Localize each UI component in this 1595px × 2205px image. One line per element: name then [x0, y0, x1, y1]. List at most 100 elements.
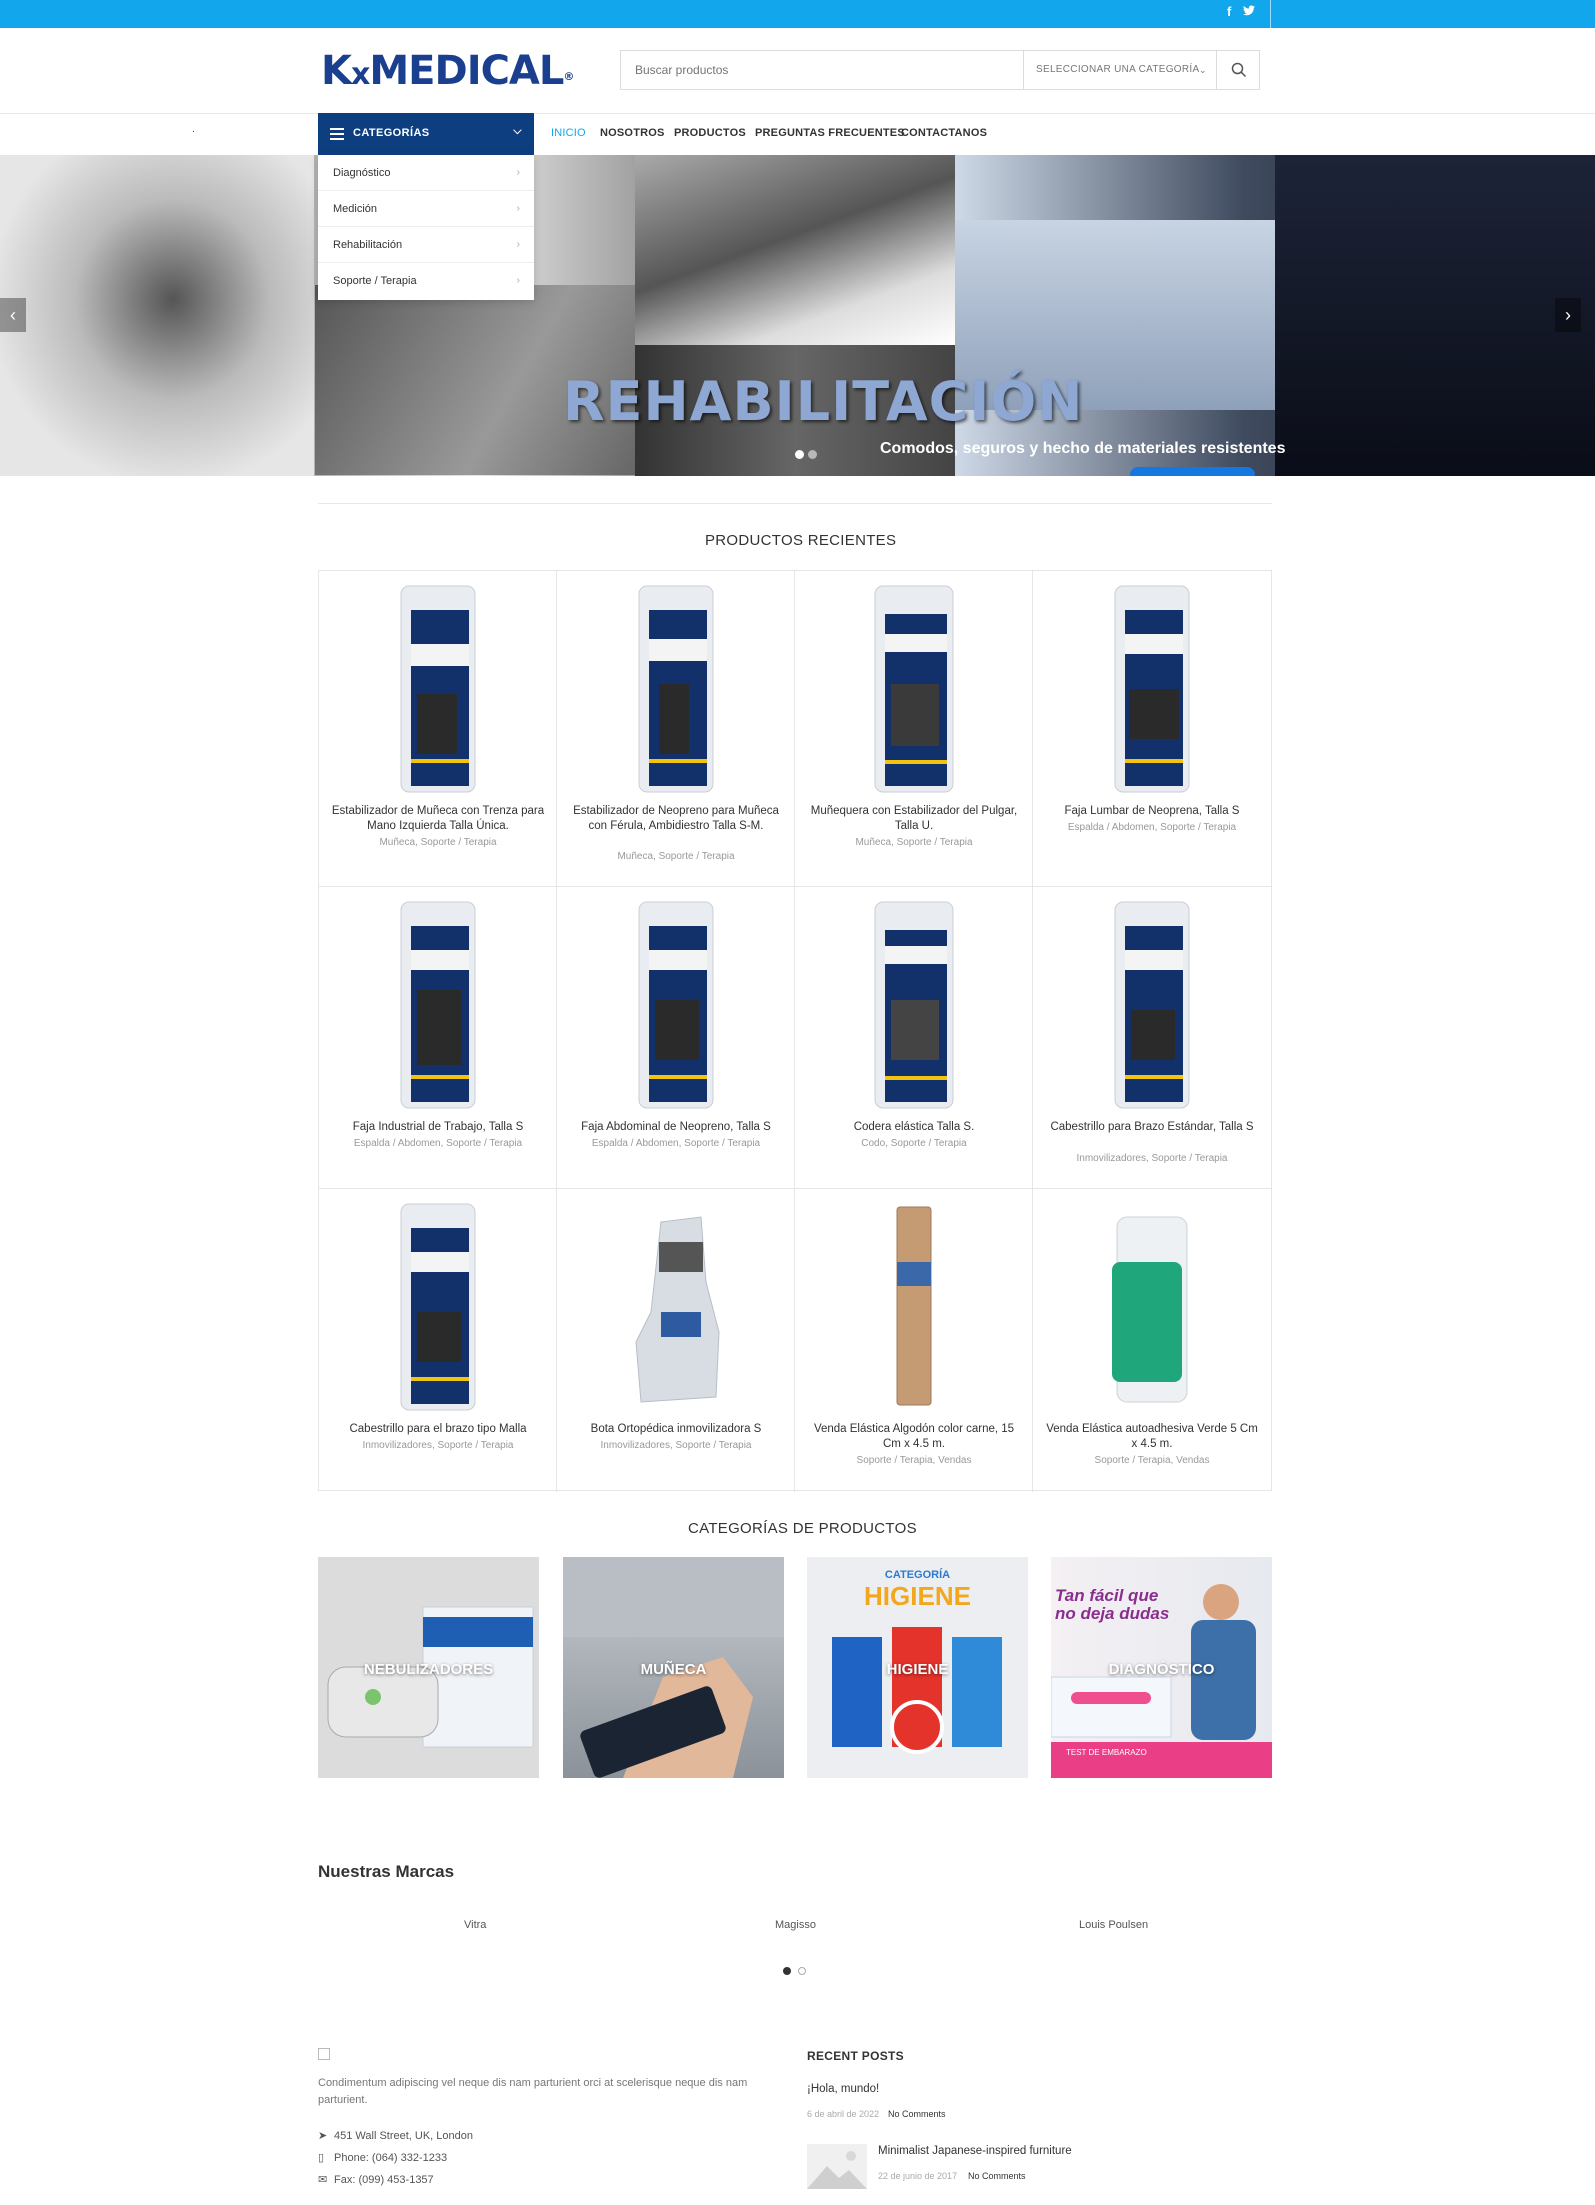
nav-item-faq[interactable]: PREGUNTAS FRECUENTES [755, 127, 905, 139]
product-category[interactable]: Muñeca, Soporte / Terapia [331, 837, 545, 848]
product-name[interactable]: Venda Elástica autoadhesiva Verde 5 Cm x… [1045, 1422, 1259, 1452]
dropdown-item-soporte[interactable]: Soporte / Terapia › [318, 263, 534, 299]
brand-vitra[interactable]: Vitra [464, 1919, 486, 1931]
product-card[interactable]: Estabilizador de Neopreno para Muñeca co… [557, 571, 795, 887]
product-name[interactable]: Bota Ortopédica inmovilizadora S [569, 1422, 783, 1437]
product-category[interactable]: Espalda / Abdomen, Soporte / Terapia [331, 1138, 545, 1149]
location-arrow-icon: ➤ [318, 2130, 328, 2142]
product-image [874, 901, 954, 1109]
slider-dot-active[interactable] [795, 450, 804, 459]
envelope-icon: ✉ [318, 2174, 328, 2186]
product-category[interactable]: Muñeca, Soporte / Terapia [807, 837, 1021, 848]
slider-next-arrow[interactable]: › [1555, 298, 1581, 332]
category-select[interactable]: SELECCIONAR UNA CATEGORÍA ⌄ [1023, 51, 1216, 89]
nav-item-inicio[interactable]: INICIO [551, 127, 586, 139]
footer-address: ➤ 451 Wall Street, UK, London [318, 2130, 474, 2142]
product-name[interactable]: Venda Elástica Algodón color carne, 15 C… [807, 1422, 1021, 1452]
product-card[interactable]: Estabilizador de Muñeca con Trenza para … [319, 571, 557, 887]
product-name[interactable]: Estabilizador de Neopreno para Muñeca co… [569, 804, 783, 834]
product-name[interactable]: Faja Abdominal de Neopreno, Talla S [569, 1120, 783, 1135]
footer-logo-image [318, 2048, 330, 2060]
product-category[interactable]: Codo, Soporte / Terapia [807, 1138, 1021, 1149]
hero-image-tile [0, 155, 314, 476]
dropdown-item-diagnostico[interactable]: Diagnóstico › [318, 155, 534, 191]
product-image [638, 901, 714, 1109]
slider-dot[interactable] [808, 450, 817, 459]
brand-louis-poulsen[interactable]: Louis Poulsen [1079, 1919, 1148, 1931]
dropdown-item-medicion[interactable]: Medición › [318, 191, 534, 227]
search-button[interactable] [1216, 51, 1260, 89]
product-category[interactable]: Muñeca, Soporte / Terapia [569, 851, 783, 862]
recent-post-comments[interactable]: No Comments [888, 2109, 946, 2119]
product-name[interactable]: Muñequera con Estabilizador del Pulgar, … [807, 804, 1021, 834]
product-image [635, 1216, 720, 1403]
category-card-higiene[interactable]: CATEGORÍA HIGIENE HIGIENE [807, 1557, 1028, 1778]
hero-subtitle: Comodos, seguros y hecho de materiales r… [880, 440, 1286, 457]
twitter-icon[interactable] [1243, 4, 1255, 19]
product-card[interactable]: Faja Industrial de Trabajo, Talla S Espa… [319, 887, 557, 1189]
hero-button[interactable] [1130, 467, 1255, 476]
slider-prev-arrow[interactable]: ‹ [0, 298, 26, 332]
product-card[interactable]: Bota Ortopédica inmovilizadora S Inmovil… [557, 1189, 795, 1492]
recent-post-comments[interactable]: No Comments [968, 2171, 1026, 2181]
product-card[interactable]: Faja Lumbar de Neoprena, Talla S Espalda… [1033, 571, 1271, 887]
product-image [638, 585, 714, 793]
product-name[interactable]: Faja Lumbar de Neoprena, Talla S [1045, 804, 1259, 819]
product-categories-title: CATEGORÍAS DE PRODUCTOS [688, 1520, 917, 1537]
category-label: NEBULIZADORES [363, 1661, 494, 1678]
product-category[interactable]: Inmovilizadores, Soporte / Terapia [1045, 1153, 1259, 1164]
brands-title: Nuestras Marcas [318, 1862, 455, 1881]
product-name[interactable]: Faja Industrial de Trabajo, Talla S [331, 1120, 545, 1135]
product-category[interactable]: Soporte / Terapia, Vendas [807, 1455, 1021, 1466]
recent-posts-title: RECENT POSTS [807, 2049, 904, 2063]
product-card[interactable]: Codera elástica Talla S. Codo, Soporte /… [795, 887, 1033, 1189]
product-image [1112, 1216, 1188, 1403]
phone-icon: ▯ [318, 2152, 325, 2164]
product-name[interactable]: Cabestrillo para el brazo tipo Malla [331, 1422, 545, 1437]
product-image [874, 585, 954, 793]
brand-magisso[interactable]: Magisso [775, 1919, 816, 1931]
product-category[interactable]: Soporte / Terapia, Vendas [1045, 1455, 1259, 1466]
menu-icon [330, 128, 344, 140]
product-card[interactable]: Venda Elástica autoadhesiva Verde 5 Cm x… [1033, 1189, 1271, 1492]
category-card-muneca[interactable]: MUÑECA [563, 1557, 784, 1778]
search-form: SELECCIONAR UNA CATEGORÍA ⌄ [620, 50, 1260, 90]
product-image [1114, 901, 1190, 1109]
categories-button[interactable]: CATEGORÍAS ⌵ [318, 113, 534, 155]
nav-item-contactanos[interactable]: CONTACTANOS [901, 127, 987, 139]
nav-item-productos[interactable]: PRODUCTOS [674, 127, 746, 139]
product-name[interactable]: Cabestrillo para Brazo Estándar, Talla S [1045, 1120, 1259, 1135]
category-label: MUÑECA [640, 1661, 707, 1678]
product-card[interactable]: Faja Abdominal de Neopreno, Talla S Espa… [557, 887, 795, 1189]
product-category[interactable]: Espalda / Abdomen, Soporte / Terapia [569, 1138, 783, 1149]
stray-dot: . [192, 124, 195, 135]
product-card[interactable]: Venda Elástica Algodón color carne, 15 C… [795, 1189, 1033, 1492]
recent-post-title[interactable]: Minimalist Japanese-inspired furniture [878, 2145, 1072, 2157]
product-image [400, 585, 476, 793]
product-card[interactable]: Muñequera con Estabilizador del Pulgar, … [795, 571, 1033, 887]
brands-dot[interactable] [798, 1967, 806, 1975]
nav-item-nosotros[interactable]: NOSOTROS [600, 127, 665, 139]
category-card-diagnostico[interactable]: Tan fácil que no deja dudas TEST DE EMBA… [1051, 1557, 1272, 1778]
recent-post-title[interactable]: ¡Hola, mundo! [807, 2083, 879, 2095]
dropdown-item-rehabilitacion[interactable]: Rehabilitación › [318, 227, 534, 263]
product-category[interactable]: Inmovilizadores, Soporte / Terapia [569, 1440, 783, 1451]
product-category[interactable]: Espalda / Abdomen, Soporte / Terapia [1045, 822, 1259, 833]
product-card[interactable]: Cabestrillo para el brazo tipo Malla Inm… [319, 1189, 557, 1492]
categories-label: CATEGORÍAS [353, 127, 430, 139]
facebook-icon[interactable]: f [1227, 4, 1231, 19]
brands-dot-active[interactable] [783, 1967, 791, 1975]
hero-title: REHABILITACIÓN [563, 370, 1084, 433]
category-card-nebulizadores[interactable]: NEBULIZADORES [318, 1557, 539, 1778]
recent-post-date: 6 de abril de 2022 [807, 2109, 880, 2119]
search-input[interactable] [621, 51, 1023, 89]
product-image [400, 1203, 476, 1411]
product-category[interactable]: Inmovilizadores, Soporte / Terapia [331, 1440, 545, 1451]
logo[interactable]: KxMEDICAL® [321, 50, 574, 92]
chevron-right-icon: › [516, 203, 520, 214]
product-name[interactable]: Estabilizador de Muñeca con Trenza para … [331, 804, 545, 834]
top-bar: f [0, 0, 1595, 28]
product-card[interactable]: Cabestrillo para Brazo Estándar, Talla S… [1033, 887, 1271, 1189]
product-name[interactable]: Codera elástica Talla S. [807, 1120, 1021, 1135]
category-label: HIGIENE [886, 1661, 949, 1678]
